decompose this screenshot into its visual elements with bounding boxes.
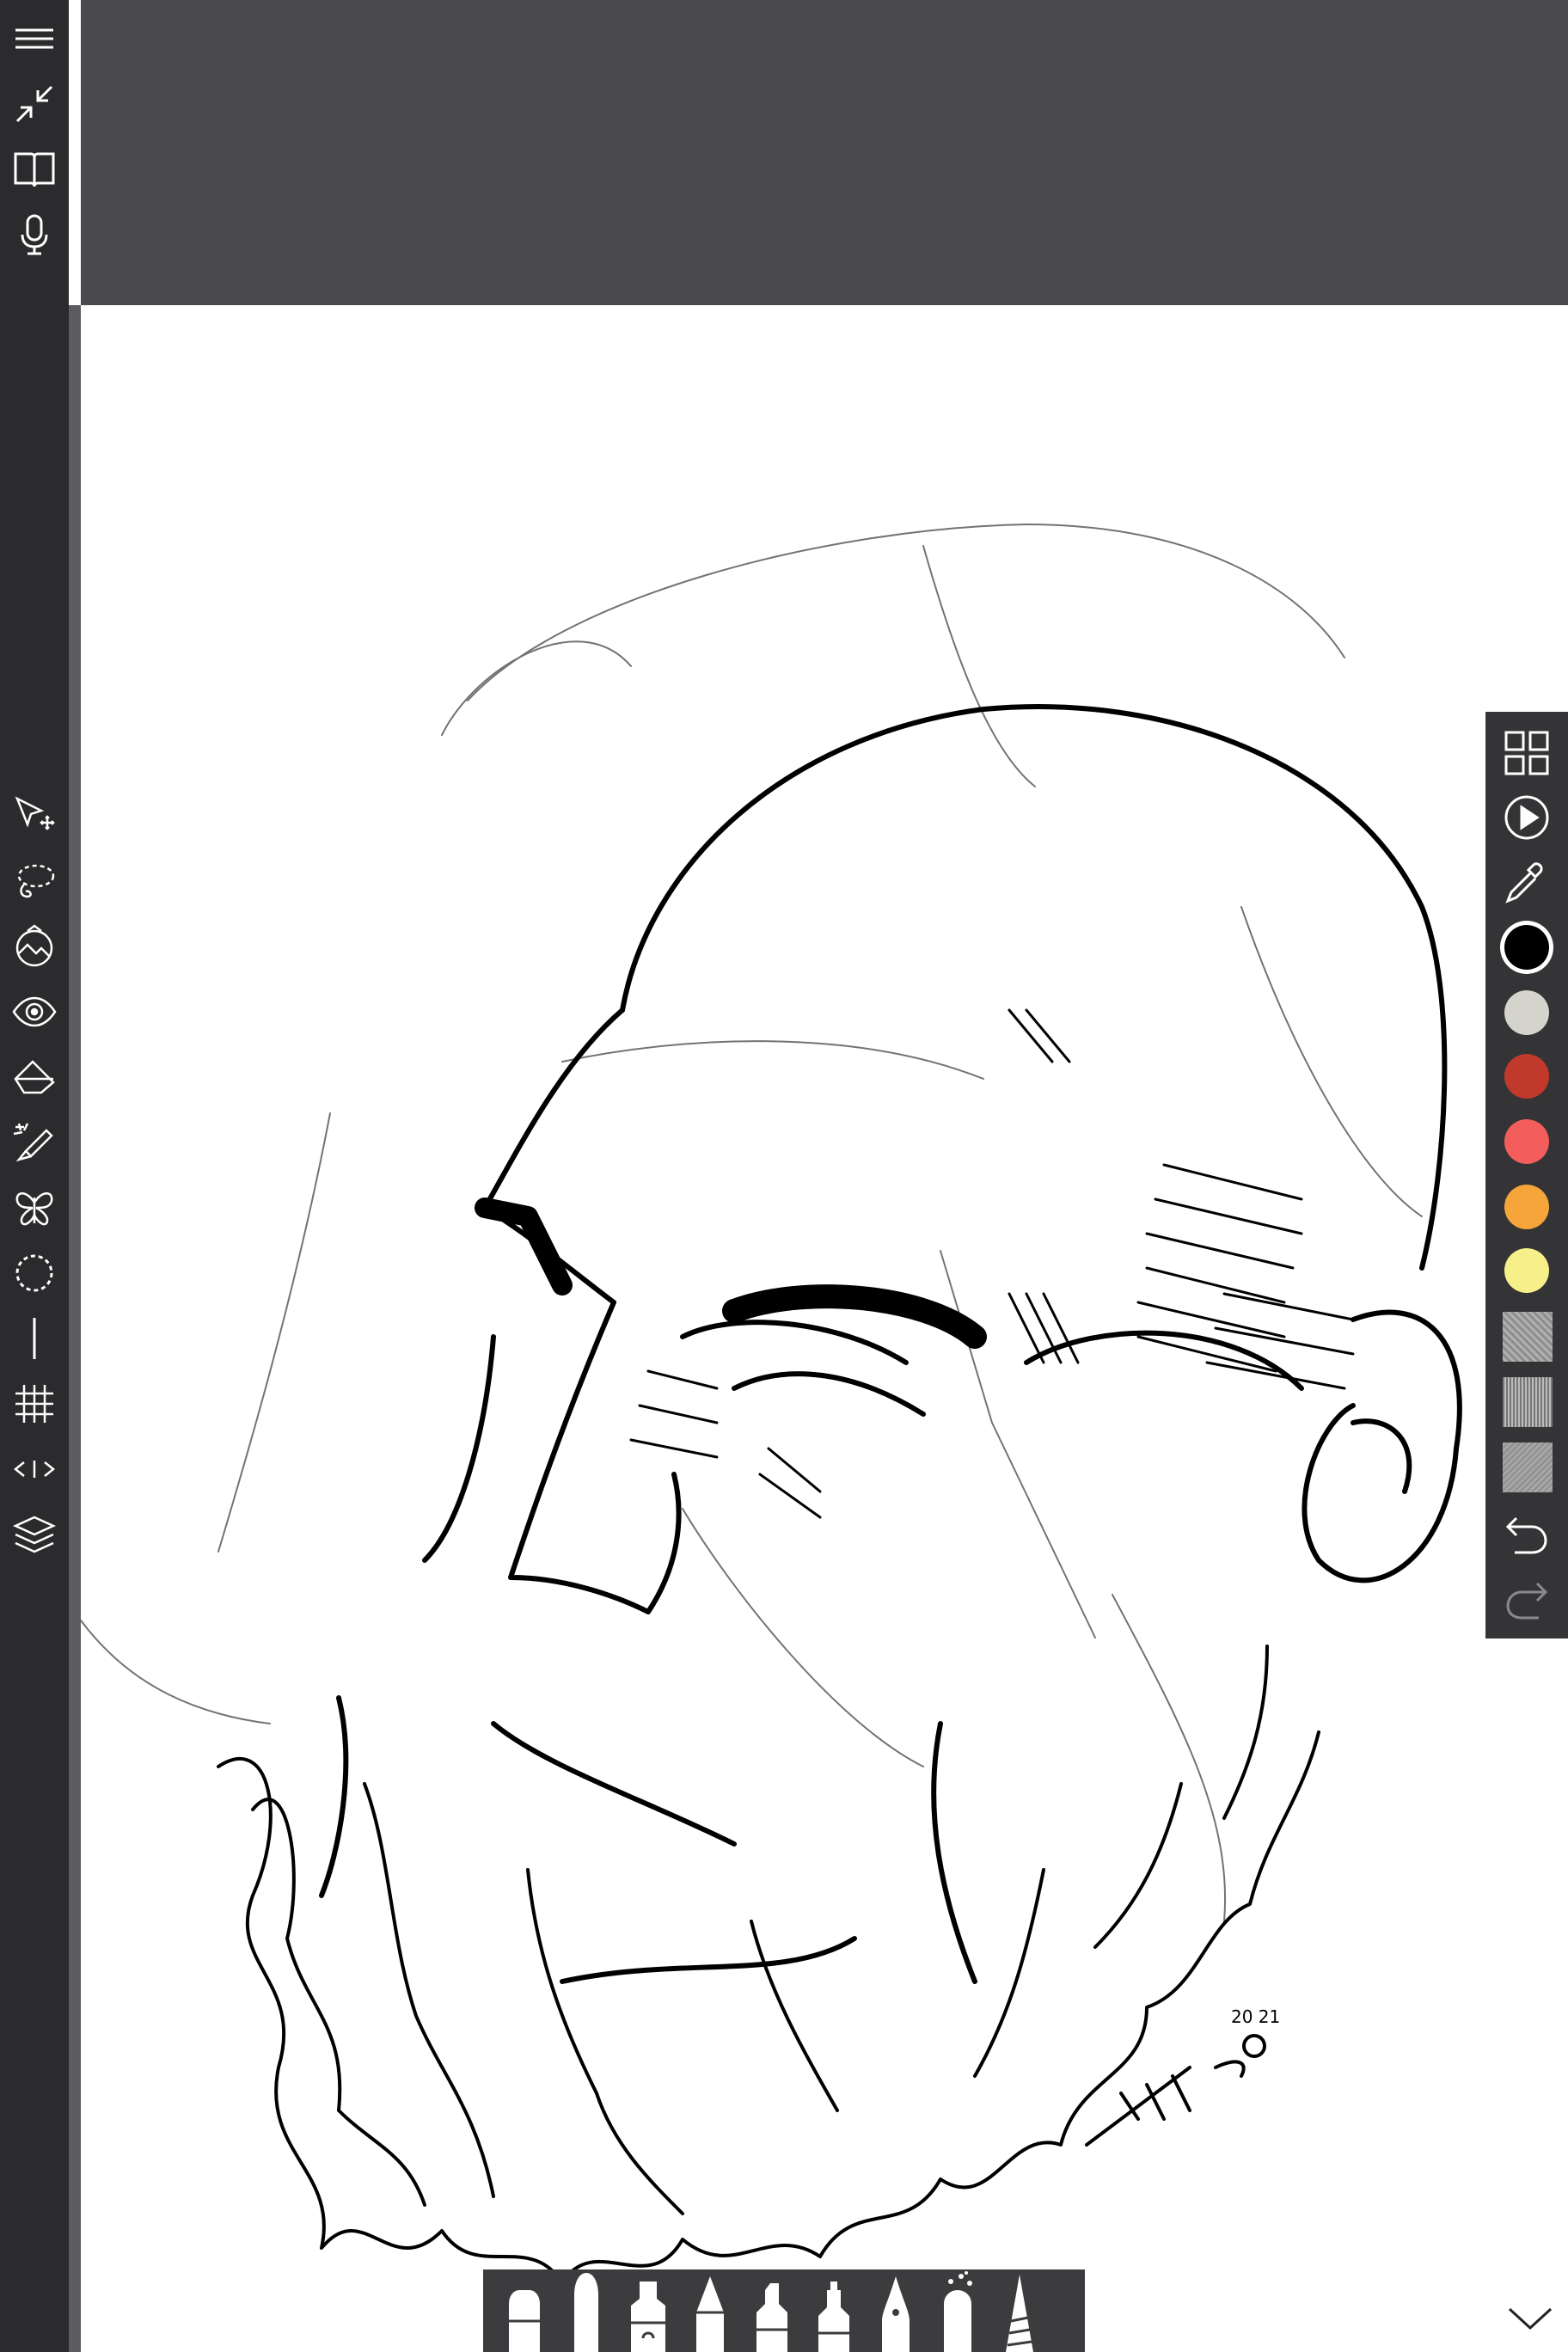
eyedropper-icon[interactable]: [1503, 858, 1551, 906]
crosshatch-texture[interactable]: [1503, 1377, 1553, 1427]
signature-date: 20 21: [1231, 2006, 1280, 2027]
noise-texture[interactable]: [1503, 1312, 1553, 1362]
symmetry-butterfly-icon[interactable]: [11, 1185, 58, 1231]
color-swatch-coral[interactable]: [1504, 1119, 1549, 1164]
color-palette-panel: [1485, 712, 1568, 1638]
grid-view-icon[interactable]: [1503, 729, 1551, 777]
transform-select-icon[interactable]: [11, 793, 58, 839]
image-adjust-icon[interactable]: [11, 923, 58, 970]
lasso-icon[interactable]: [11, 858, 58, 904]
marker-brush[interactable]: [499, 2269, 550, 2352]
felt-pen-brush[interactable]: [746, 2269, 798, 2352]
color-swatch-light-gray[interactable]: [1504, 990, 1549, 1035]
perspective-guide-icon[interactable]: [11, 1446, 58, 1492]
fountain-pen-brush[interactable]: [870, 2269, 922, 2352]
book-icon[interactable]: [11, 146, 58, 193]
grain-texture[interactable]: [1503, 1442, 1553, 1492]
toolbar-shadow: [69, 305, 81, 2352]
color-swatch-orange[interactable]: [1504, 1185, 1549, 1229]
color-swatch-yellow[interactable]: [1504, 1248, 1549, 1293]
canvas-top-margin: [81, 0, 1568, 305]
play-icon[interactable]: [1503, 793, 1551, 842]
grid-guide-icon[interactable]: [11, 1381, 58, 1427]
brush-tray: [483, 2269, 1085, 2352]
redo-icon[interactable]: [1503, 1575, 1551, 1623]
flat-brush[interactable]: [560, 2269, 612, 2352]
visibility-eye-icon[interactable]: [11, 989, 58, 1035]
drawing-canvas[interactable]: 20 21: [81, 305, 1568, 2352]
caricature-sketch: 20 21: [81, 524, 1462, 2284]
color-swatch-red[interactable]: [1504, 1054, 1549, 1099]
layers-icon[interactable]: [11, 1511, 58, 1558]
left-toolbar: [0, 0, 69, 2352]
paint-tube-brush[interactable]: [622, 2269, 674, 2352]
minimize-icon[interactable]: [11, 81, 58, 127]
microphone-icon[interactable]: [11, 211, 58, 258]
marker-cap-brush[interactable]: [808, 2269, 860, 2352]
color-swatch-black[interactable]: [1504, 925, 1549, 970]
fill-bucket-icon[interactable]: [11, 1054, 58, 1100]
spray-brush[interactable]: [932, 2269, 983, 2352]
chevron-down-icon[interactable]: [1506, 2297, 1554, 2338]
magic-brush-icon[interactable]: [11, 1119, 58, 1166]
pencil-brush[interactable]: [684, 2269, 736, 2352]
line-guide-icon[interactable]: [11, 1315, 58, 1362]
menu-icon[interactable]: [11, 15, 58, 62]
ink-nib-brush[interactable]: [994, 2269, 1045, 2352]
circle-guide-icon[interactable]: [11, 1250, 58, 1296]
undo-icon[interactable]: [1503, 1510, 1551, 1558]
